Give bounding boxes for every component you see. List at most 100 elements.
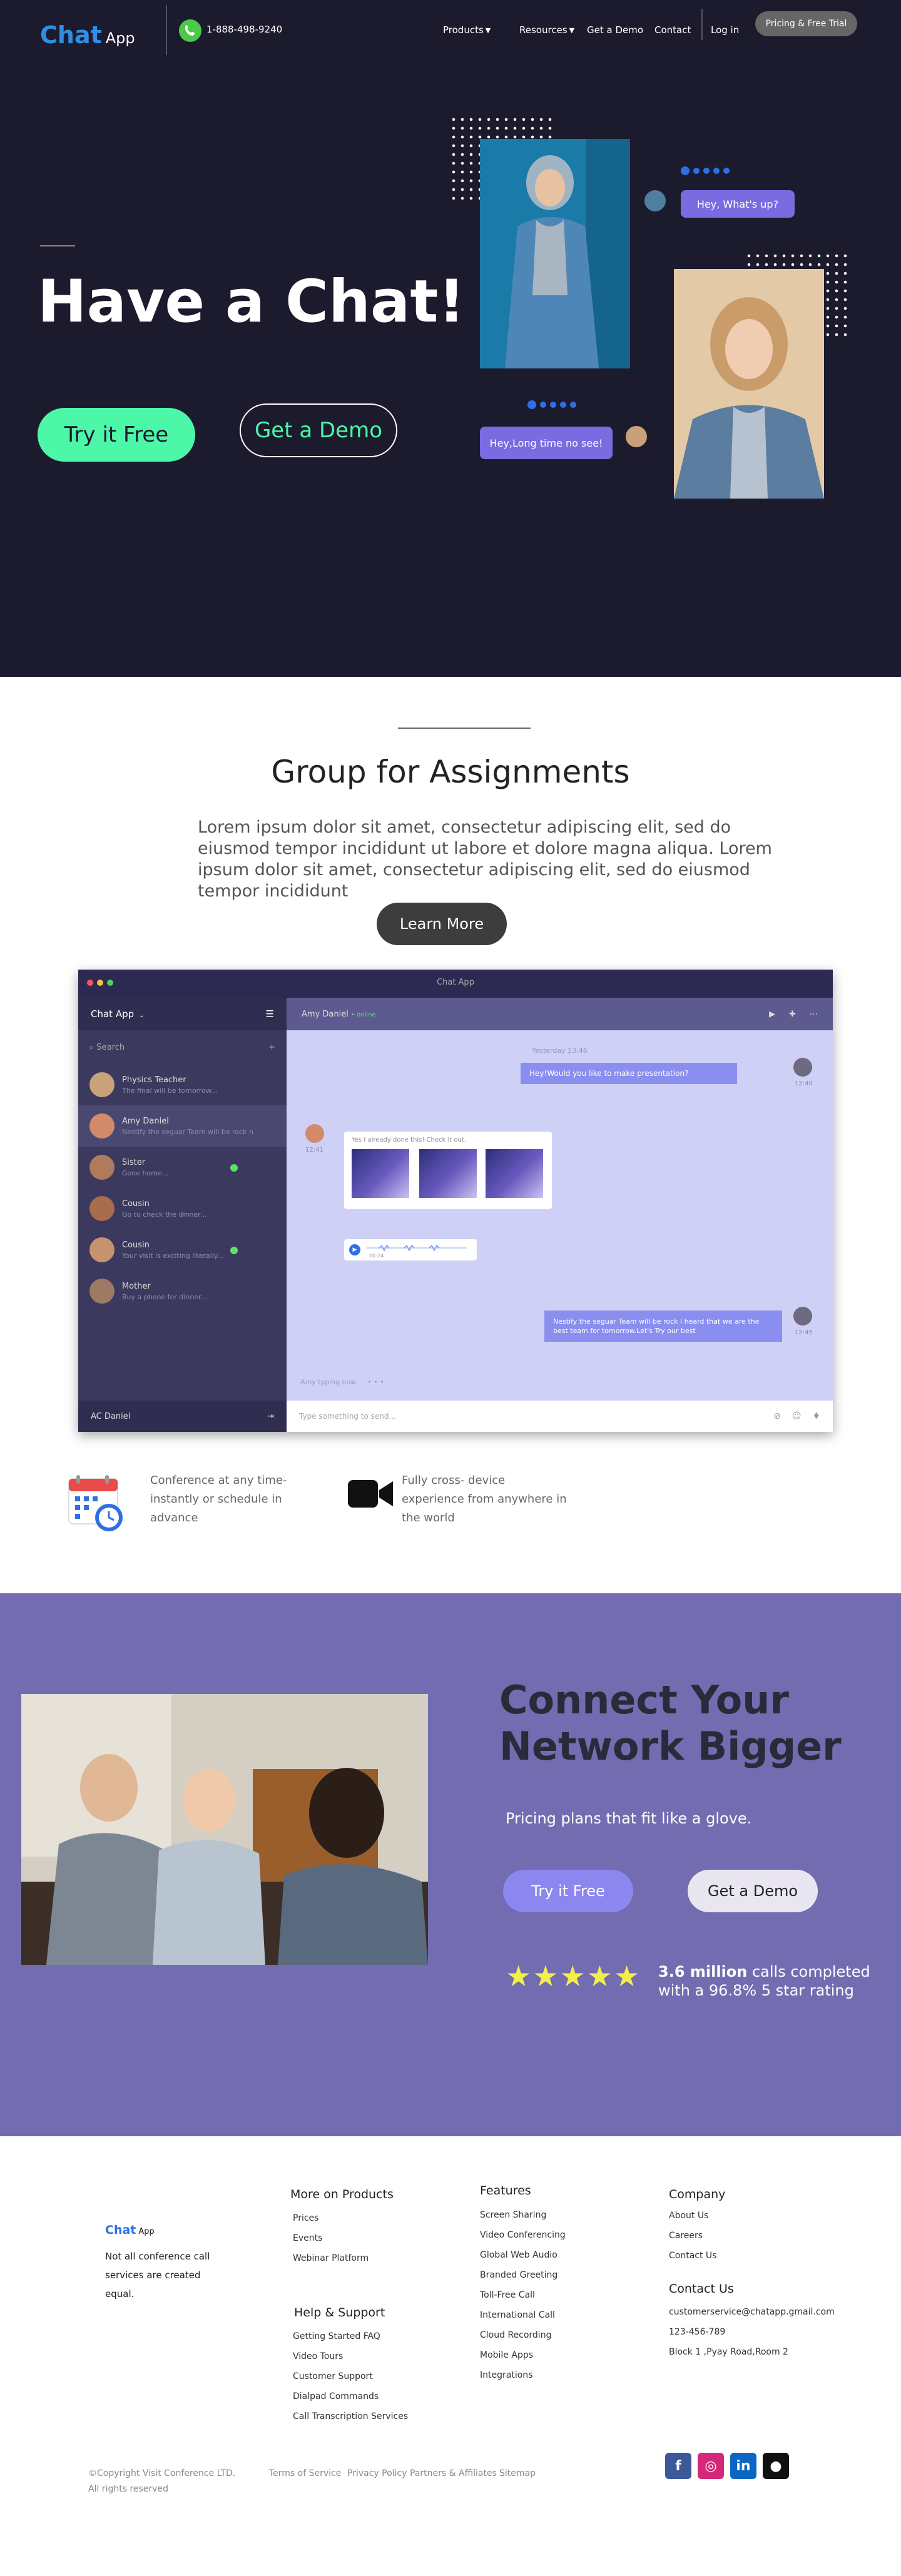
linkedin-icon[interactable]: in (730, 2453, 756, 2479)
footer-link[interactable]: Webinar Platform (293, 2253, 369, 2263)
get-demo-button[interactable]: Get a Demo (688, 1870, 818, 1912)
avatar (89, 1072, 115, 1097)
chat-contact-name: Amy Daniel (302, 1009, 349, 1019)
attach-icon[interactable]: ⊘ (773, 1411, 781, 1421)
menu-icon[interactable]: ☰ (266, 1008, 274, 1020)
footer-link[interactable]: Global Web Audio (480, 2250, 557, 2260)
section-body: Lorem ipsum dolor sit amet, consectetur … (198, 818, 772, 901)
chat-sidebar: Chat App ⌄ ☰ ⌕ Search + Physics Teacher Th… (78, 998, 287, 1432)
nav-demo[interactable]: Get a Demo (587, 18, 643, 43)
contact-preview: Go to check the dinner... (122, 1210, 207, 1219)
contact-item[interactable]: Sister Gone home... (78, 1147, 287, 1188)
footer-bottom-link[interactable]: Partners & Affiliates (410, 2468, 497, 2478)
footer-tagline: Not all conference call services are cre… (105, 2251, 210, 2300)
nav-login[interactable]: Log in (711, 18, 739, 43)
get-demo-button[interactable]: Get a Demo (240, 403, 397, 457)
footer-link[interactable]: Block 1 ,Pyay Road,Room 2 (669, 2347, 788, 2357)
footer-link[interactable]: customerservice@chatapp.gmail.com (669, 2307, 835, 2317)
feature-text: Conference at any time-instantly or sche… (150, 1474, 287, 1524)
audio-duration: 00:24 (369, 1253, 384, 1259)
footer-link[interactable]: Contact Us (669, 2251, 716, 2261)
image-thumbnail[interactable] (352, 1149, 409, 1198)
message-input[interactable]: Type something to send... ⊘ ☺ ♦ (287, 1401, 833, 1432)
avatar (89, 1113, 115, 1138)
contact-item[interactable]: Amy Daniel Nestify the seguar Team will b… (78, 1105, 287, 1147)
learn-more-button[interactable]: Learn More (377, 903, 507, 945)
contact-item[interactable]: Cousin Your visit is exciting literally..… (78, 1229, 287, 1270)
hero-section: Chat App 1-888-498-9240 Products ▼ Resourc… (0, 0, 901, 677)
footer-link[interactable]: Customer Support (293, 2371, 373, 2381)
footer-link[interactable]: Mobile Apps (480, 2350, 533, 2360)
instagram-icon[interactable]: ◎ (698, 2453, 724, 2479)
nav-products[interactable]: Products ▼ (443, 18, 491, 43)
footer-link[interactable]: Dialpad Commands (293, 2391, 379, 2401)
logout-icon[interactable]: ⇥ (267, 1412, 274, 1421)
message-incoming: Yes I already done this! Check it out. (352, 1137, 466, 1143)
connect-title-line-2: Network Bigger (499, 1723, 842, 1769)
search-icon: ⌕ (89, 1042, 94, 1052)
contact-item[interactable]: Cousin Go to check the dinner... (78, 1188, 287, 1229)
footer-link[interactable]: About Us (669, 2211, 708, 2221)
typing-status: Amy typing now • • • (300, 1378, 384, 1386)
footer-link[interactable]: Video Tours (293, 2351, 343, 2361)
footer-link[interactable]: Events (293, 2233, 322, 2243)
chevron-down-icon[interactable]: ⌄ (139, 1012, 144, 1019)
feature-text: Fully cross- device experience from anyw… (402, 1474, 567, 1524)
footer-link[interactable]: Careers (669, 2231, 703, 2241)
play-icon[interactable]: ▶ (349, 1244, 360, 1255)
image-thumbnail[interactable] (486, 1149, 543, 1198)
header-divider (166, 5, 167, 55)
nav-resources[interactable]: Resources ▼ (519, 18, 574, 43)
footer-heading: Features (480, 2184, 531, 2198)
footer-heading: Contact Us (669, 2282, 734, 2296)
footer-bottom-link[interactable]: Privacy Policy (347, 2468, 407, 2478)
sidebar-search[interactable]: ⌕ Search + (89, 1039, 275, 1055)
footer-link[interactable]: Prices (293, 2213, 318, 2223)
chat-bubble: Hey,Long time no see! (480, 427, 613, 459)
footer-link[interactable]: International Call (480, 2310, 555, 2320)
hero-accent-line (40, 245, 75, 246)
avatar (305, 1124, 324, 1143)
footer-bottom-link[interactable]: Terms of Service (269, 2468, 341, 2478)
video-call-icon[interactable]: ▶ (769, 1010, 775, 1019)
contact-name: Physics Teacher (122, 1075, 186, 1085)
github-icon[interactable]: ● (763, 2453, 789, 2479)
footer-link[interactable]: Screen Sharing (480, 2210, 546, 2220)
nav-contact[interactable]: Contact (654, 18, 691, 43)
contact-item[interactable]: Mother Buy a phone for dinner... (78, 1270, 287, 1312)
phone-number[interactable]: 1-888-498-9240 (206, 24, 282, 35)
footer-link[interactable]: Branded Greeting (480, 2270, 557, 2280)
more-icon[interactable]: ⋯ (810, 1010, 818, 1019)
window-titlebar: Chat App (78, 970, 833, 998)
microphone-icon[interactable]: ♦ (812, 1411, 820, 1421)
footer-link[interactable]: Video Conferencing (480, 2230, 566, 2240)
avatar (624, 424, 649, 449)
try-free-button[interactable]: Try it Free (503, 1870, 633, 1912)
footer-link[interactable]: 123-456-789 (669, 2327, 725, 2337)
footer-link[interactable]: Call Transcription Services (293, 2411, 408, 2421)
footer-link[interactable]: Cloud Recording (480, 2330, 551, 2340)
message-time: 12:45 (795, 1329, 813, 1336)
pricing-trial-button[interactable]: Pricing & Free Trial (755, 11, 857, 36)
footer-link[interactable]: Getting Started FAQ (293, 2331, 380, 2341)
footer-bottom-link[interactable]: Sitemap (499, 2468, 536, 2478)
facebook-icon[interactable]: f (665, 2453, 691, 2479)
add-icon[interactable]: + (268, 1043, 275, 1052)
footer-link[interactable]: Integrations (480, 2370, 532, 2380)
footer-logo[interactable]: Chat App (105, 2223, 155, 2237)
emoji-icon[interactable]: ☺ (792, 1411, 802, 1421)
contact-item[interactable]: Physics Teacher The final will be tomorro… (78, 1064, 287, 1105)
online-indicator (230, 1247, 238, 1254)
avatar (643, 188, 668, 213)
footer-link[interactable]: Toll-Free Call (480, 2290, 535, 2300)
try-free-button[interactable]: Try it Free (38, 408, 195, 462)
add-person-icon[interactable]: ✚ (789, 1010, 796, 1019)
logo[interactable]: Chat App (40, 21, 135, 49)
image-thumbnail[interactable] (419, 1149, 477, 1198)
caret-down-icon: ▼ (485, 26, 491, 34)
search-placeholder: Search (96, 1042, 125, 1052)
nav-contact-label: Contact (654, 24, 691, 36)
logo-text: Chat (40, 21, 102, 49)
audio-message[interactable]: ▶ 00:24 (344, 1239, 477, 1260)
star-rating: ★★★★★ (506, 1959, 641, 1993)
